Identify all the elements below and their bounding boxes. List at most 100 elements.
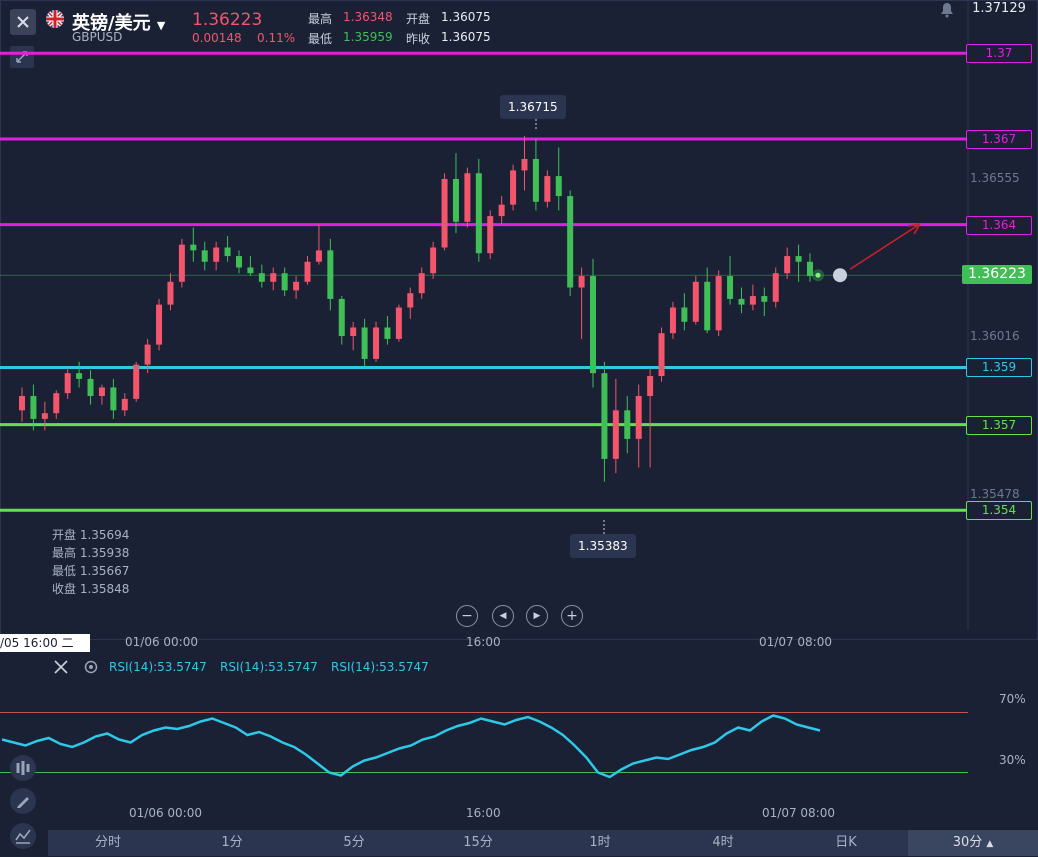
candle-body	[418, 273, 425, 294]
tab-1min[interactable]: 1分	[206, 830, 258, 856]
candle-body	[430, 247, 437, 274]
level-label: 1.354	[966, 501, 1032, 521]
rsi-70-label: 70%	[999, 692, 1026, 706]
candle-body	[98, 387, 105, 397]
candle-body	[76, 373, 83, 379]
rsi-chart	[0, 712, 968, 779]
candle-body	[338, 298, 345, 337]
candle-body	[235, 256, 242, 268]
ohlc-high: 最高 1.35938	[52, 546, 130, 560]
candle-body	[464, 173, 471, 222]
candle-body	[784, 256, 791, 274]
line-chart-icon	[15, 829, 31, 844]
level-label: 1.357	[966, 415, 1032, 435]
rsi-time-label-3: 01/07 08:00	[762, 806, 835, 820]
candle-body	[395, 307, 402, 339]
candle-body	[213, 247, 220, 262]
candle-body	[647, 376, 654, 397]
level-label: 1.367	[966, 129, 1032, 149]
candle-body	[727, 276, 734, 299]
candle-body	[350, 327, 357, 337]
rsi-line	[1, 714, 821, 779]
candle-body	[498, 204, 505, 217]
candle-body	[293, 281, 300, 291]
ohlc-open: 开盘 1.35694	[52, 528, 130, 542]
tab-30min[interactable]: 30分 ▲	[908, 830, 1038, 856]
trend-arrow	[849, 223, 921, 270]
candle-body	[738, 298, 745, 305]
candle-body	[178, 244, 185, 282]
candles-icon	[16, 761, 30, 775]
time-label-2: 16:00	[466, 635, 501, 649]
candle-body	[772, 273, 779, 302]
candle-body	[19, 396, 25, 411]
scroll-left-button[interactable]: ◀	[492, 605, 514, 627]
candle-body	[704, 281, 711, 331]
tab-15min[interactable]: 15分	[452, 830, 504, 856]
close-icon	[54, 660, 68, 674]
candle-body	[53, 393, 60, 414]
info-icon	[833, 268, 847, 283]
candle-body	[612, 410, 619, 459]
cursor-time: /05 16:00 二	[0, 634, 90, 652]
candle-body	[601, 373, 608, 459]
tab-5min[interactable]: 5分	[328, 830, 380, 856]
candle-body	[567, 196, 574, 288]
draw-tool-button[interactable]	[10, 788, 36, 814]
candle-body	[555, 176, 562, 197]
zoom-in-button[interactable]: +	[561, 605, 583, 627]
tab-30min-label: 30分	[952, 835, 983, 850]
close-indicator-button[interactable]	[52, 658, 70, 676]
candle-body	[521, 158, 528, 171]
tab-timeshare[interactable]: 分时	[82, 830, 134, 856]
candle-body	[247, 267, 254, 274]
indicator-settings-button[interactable]	[82, 658, 100, 676]
candle-body	[475, 173, 482, 254]
candle-body	[224, 247, 231, 257]
candle-body	[167, 281, 174, 305]
gear-icon	[84, 660, 98, 674]
tab-daily[interactable]: 日K	[820, 830, 872, 856]
low-callout: 1.35383	[570, 534, 636, 558]
candle-body	[590, 276, 597, 374]
candle-body	[304, 261, 311, 282]
candle-body	[715, 276, 722, 331]
candle-body	[327, 250, 334, 299]
ohlc-low: 最低 1.35667	[52, 564, 130, 578]
pencil-icon	[17, 797, 29, 808]
high-callout: 1.36715	[500, 95, 566, 119]
candle-body	[315, 250, 322, 262]
candle-body	[749, 296, 756, 305]
candle-body	[807, 261, 813, 277]
time-label-1: 01/06 00:00	[125, 635, 198, 649]
axis-tick-3: 1.35478	[970, 487, 1020, 501]
candle-body	[624, 410, 631, 439]
candle-body	[270, 273, 277, 282]
tab-1hour[interactable]: 1时	[574, 830, 626, 856]
candle-body	[41, 413, 48, 419]
candle-body	[658, 333, 665, 377]
candle-body	[64, 373, 71, 394]
indicator-tool-button[interactable]	[10, 823, 36, 849]
candle-body	[384, 327, 391, 339]
zoom-out-button[interactable]: −	[456, 605, 478, 627]
period-tabs	[48, 830, 1038, 856]
level-label: 1.364	[966, 215, 1032, 235]
axis-tick-2: 1.36016	[970, 329, 1020, 343]
scroll-right-button[interactable]: ▶	[526, 605, 548, 627]
current-price-tag: 1.36223	[962, 265, 1032, 284]
time-label-3: 01/07 08:00	[759, 635, 832, 649]
tab-4hour[interactable]: 4时	[697, 830, 749, 856]
candle-tool-button[interactable]	[10, 755, 36, 781]
live-dot	[815, 272, 821, 278]
candle-body	[190, 244, 197, 251]
candle-body	[635, 396, 642, 439]
candle-body	[761, 296, 768, 302]
candle-body	[578, 276, 585, 288]
rsi-label-3: RSI(14):53.5747	[331, 660, 429, 674]
rsi-time-label-1: 01/06 00:00	[129, 806, 202, 820]
candle-body	[201, 250, 208, 262]
axis-tick-1: 1.36555	[970, 171, 1020, 185]
candle-body	[452, 178, 459, 222]
candle-body	[441, 178, 448, 248]
